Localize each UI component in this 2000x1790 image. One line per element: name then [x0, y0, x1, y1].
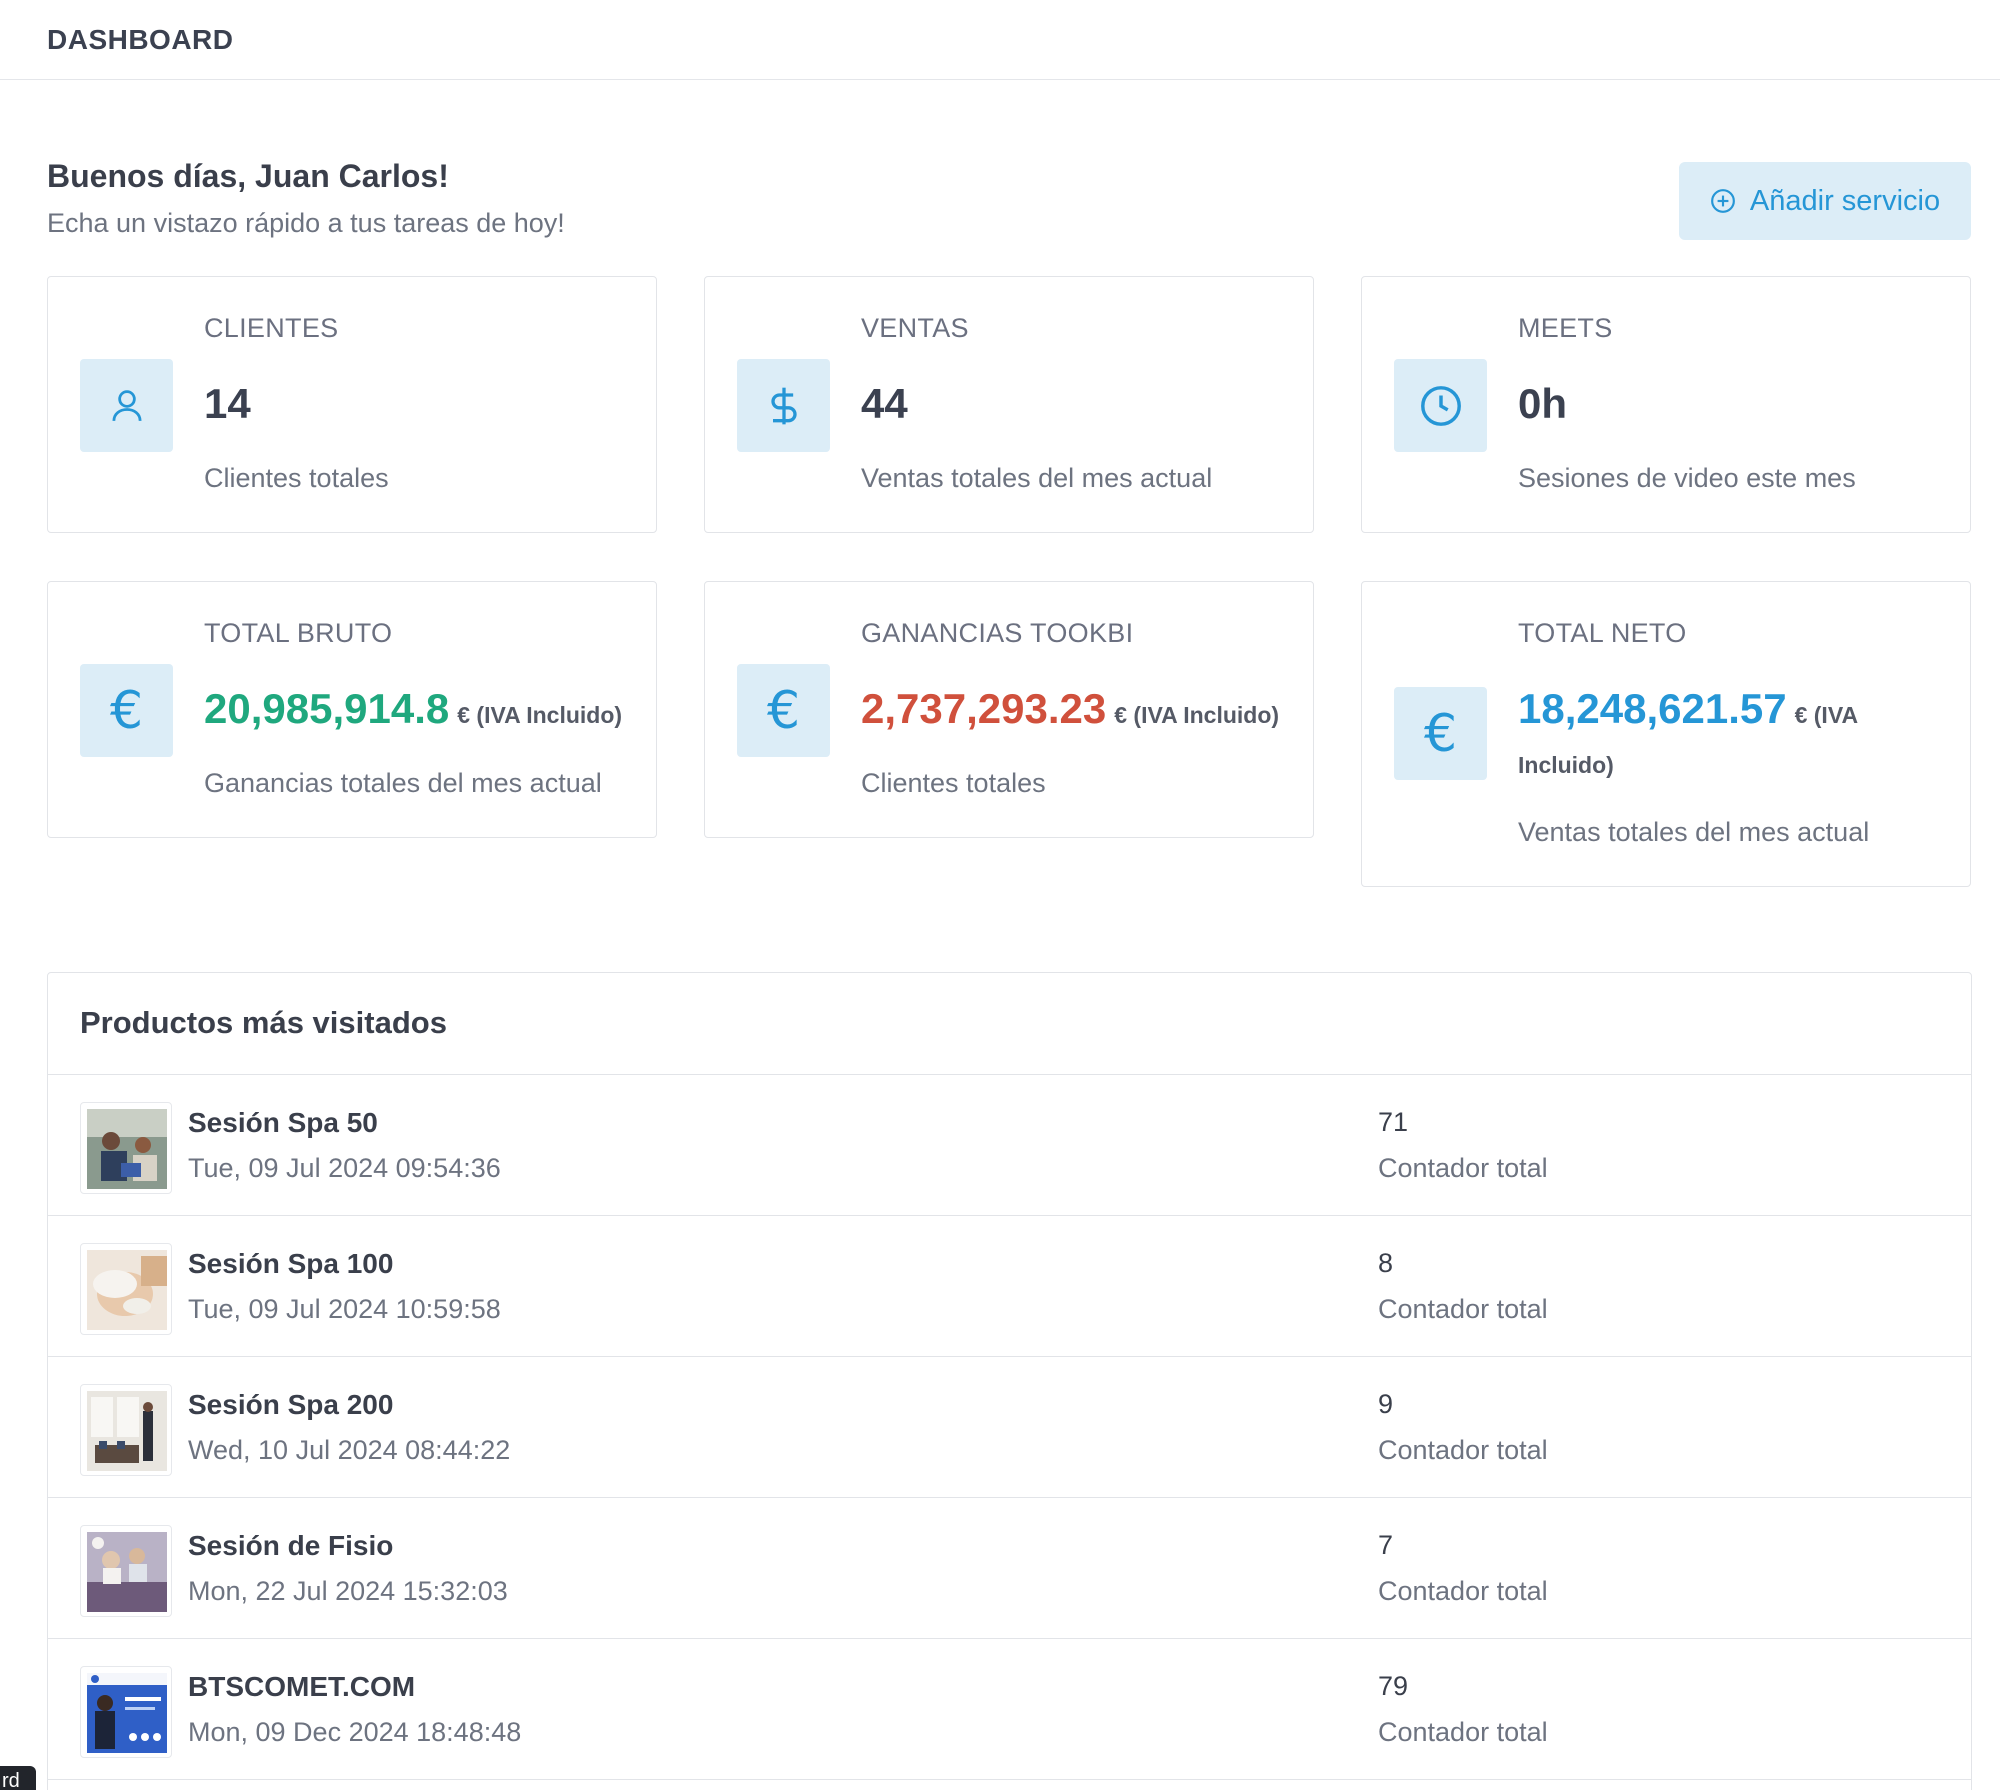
- most-visited-products-panel: Productos más visitados Sesión Spa 50 Tu…: [47, 972, 1972, 1790]
- greeting-title: Buenos días, Juan Carlos!: [47, 158, 449, 194]
- stat-desc: Sesiones de video este mes: [1518, 463, 1856, 493]
- euro-icon: €: [737, 664, 830, 757]
- product-row[interactable]: Sesión Spa 100 Tue, 09 Jul 2024 10:59:58…: [48, 1216, 1971, 1357]
- stat-suffix: € (IVA Incluido): [1114, 702, 1280, 728]
- euro-icon: €: [1394, 687, 1487, 780]
- product-name: Sesión de Fisio: [188, 1530, 394, 1561]
- product-date: Tue, 09 Jul 2024 10:59:58: [188, 1294, 501, 1324]
- product-name: Sesión Spa 50: [188, 1107, 378, 1138]
- product-count-label: Contador total: [1378, 1435, 1548, 1465]
- product-thumbnail: [80, 1102, 172, 1194]
- stat-desc: Clientes totales: [861, 768, 1046, 798]
- stat-desc: Ventas totales del mes actual: [1518, 817, 1870, 847]
- stat-desc: Ganancias totales del mes actual: [204, 768, 602, 798]
- product-date: Mon, 09 Dec 2024 18:48:48: [188, 1717, 522, 1747]
- stat-value: 0h: [1518, 380, 1568, 427]
- stat-suffix-continued: Incluido): [1518, 752, 1614, 778]
- product-row[interactable]: Sesión Spa 200 Wed, 10 Jul 2024 08:44:22…: [48, 1357, 1971, 1498]
- product-count: 7: [1378, 1530, 1394, 1560]
- top-bar: DASHBOARD: [0, 0, 2000, 80]
- stat-card-total-bruto: TOTAL BRUTO € 20,985,914.8 € (IVA Incluid…: [47, 581, 657, 838]
- stat-card-ganancias-tookbi: GANANCIAS TOOKBI € 2,737,293.23 € (IVA In…: [704, 581, 1314, 838]
- product-count-label: Contador total: [1378, 1294, 1548, 1324]
- product-count: 8: [1378, 1248, 1394, 1278]
- corner-tooltip: rd: [0, 1766, 36, 1790]
- product-date: Mon, 22 Jul 2024 15:32:03: [188, 1576, 508, 1606]
- stat-label: GANANCIAS TOOKBI: [861, 618, 1134, 648]
- user-icon: [80, 359, 173, 452]
- euro-icon: €: [80, 664, 173, 757]
- stat-value: 18,248,621.57 € (IVA: [1518, 685, 1859, 732]
- stat-card-meets: MEETS 0h Sesiones de video este mes: [1361, 276, 1971, 533]
- stat-suffix: € (IVA Incluido): [457, 702, 623, 728]
- stat-value: 14: [204, 380, 251, 427]
- clock-icon: [1394, 359, 1487, 452]
- product-row[interactable]: Sesión de Fisio Mon, 22 Jul 2024 15:32:0…: [48, 1498, 1971, 1639]
- page-title: DASHBOARD: [47, 24, 234, 55]
- stat-label: TOTAL NETO: [1518, 618, 1687, 648]
- product-thumbnail: [80, 1666, 172, 1758]
- stat-card-clientes: CLIENTES 14 Clientes totales: [47, 276, 657, 533]
- product-name: Sesión Spa 100: [188, 1248, 394, 1279]
- product-thumbnail: [80, 1384, 172, 1476]
- stat-card-ventas: VENTAS 44 Ventas totales del mes actual: [704, 276, 1314, 533]
- product-row[interactable]: Sesión Spa 50 Tue, 09 Jul 2024 09:54:36 …: [48, 1075, 1971, 1216]
- product-name: BTSCOMET.COM: [188, 1671, 416, 1702]
- product-count-label: Contador total: [1378, 1717, 1548, 1747]
- product-thumbnail: [80, 1243, 172, 1335]
- dollar-icon: [737, 359, 830, 452]
- product-count: 71: [1378, 1107, 1409, 1137]
- stat-suffix: € (IVA: [1794, 702, 1859, 728]
- add-service-label: Añadir servicio: [1749, 184, 1941, 217]
- stat-label: MEETS: [1518, 313, 1613, 343]
- plus-circle-icon: [1710, 189, 1735, 213]
- stat-value: 44: [861, 380, 908, 427]
- products-title: Productos más visitados: [80, 1005, 447, 1040]
- stat-label: CLIENTES: [204, 313, 339, 343]
- product-count: 79: [1378, 1671, 1409, 1701]
- stat-value: 20,985,914.8 € (IVA Incluido): [204, 685, 623, 732]
- greeting-subtitle: Echa un vistazo rápido a tus tareas de h…: [47, 208, 565, 238]
- product-count-label: Contador total: [1378, 1576, 1548, 1606]
- stat-label: VENTAS: [861, 313, 969, 343]
- stat-desc: Ventas totales del mes actual: [861, 463, 1213, 493]
- product-date: Tue, 09 Jul 2024 09:54:36: [188, 1153, 501, 1183]
- stat-card-total-neto: TOTAL NETO € 18,248,621.57 € (IVA Incluid…: [1361, 581, 1971, 887]
- stat-value: 2,737,293.23 € (IVA Incluido): [861, 685, 1280, 732]
- product-count: 9: [1378, 1389, 1394, 1419]
- product-row[interactable]: BTSCOMET.COM Mon, 09 Dec 2024 18:48:48 7…: [48, 1639, 1971, 1780]
- product-date: Wed, 10 Jul 2024 08:44:22: [188, 1435, 511, 1465]
- product-count-label: Contador total: [1378, 1153, 1548, 1183]
- product-name: Sesión Spa 200: [188, 1389, 394, 1420]
- stat-desc: Clientes totales: [204, 463, 389, 493]
- product-thumbnail: [80, 1525, 172, 1617]
- add-service-button[interactable]: Añadir servicio: [1679, 162, 1971, 240]
- stat-label: TOTAL BRUTO: [204, 618, 393, 648]
